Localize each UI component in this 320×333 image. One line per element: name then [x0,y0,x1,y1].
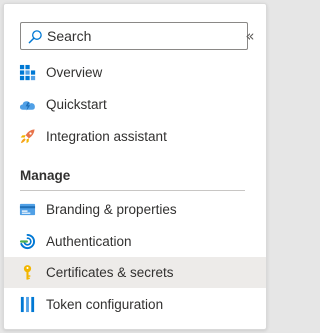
card-icon [19,203,36,216]
token-bars-icon [20,296,35,313]
menu-item-label: Certificates & secrets [46,265,174,280]
menu-item-quickstart[interactable]: Quickstart [4,89,266,120]
section-divider [20,190,245,191]
search-icon [28,30,42,44]
menu-item-branding-properties[interactable]: Branding & properties [4,194,266,225]
section-title-manage: Manage [20,168,71,183]
rocket-icon [20,129,35,144]
menu-item-label: Authentication [46,234,132,249]
grid-icon [19,64,36,81]
menu-item-label: Overview [46,65,103,80]
menu-item-overview[interactable]: Overview [4,57,266,88]
search-input[interactable] [47,24,243,48]
key-icon [23,265,32,280]
collapse-menu-button[interactable]: « [239,24,261,48]
menu-item-label: Branding & properties [46,202,177,217]
menu-item-token-configuration[interactable]: Token configuration [4,289,266,320]
menu-item-certificates-secrets[interactable]: Certificates & secrets [4,257,266,288]
cloud-lightning-icon [19,101,35,111]
search-box[interactable] [20,22,248,50]
menu-item-label: Token configuration [46,297,164,312]
authentication-icon [19,233,35,250]
navigation-panel: « Overview Quickstart Inte [3,3,267,330]
menu-item-integration-assistant[interactable]: Integration assistant [4,121,266,152]
menu-item-authentication[interactable]: Authentication [4,226,266,257]
menu-item-label: Integration assistant [46,129,167,144]
menu-item-label: Quickstart [46,97,107,112]
